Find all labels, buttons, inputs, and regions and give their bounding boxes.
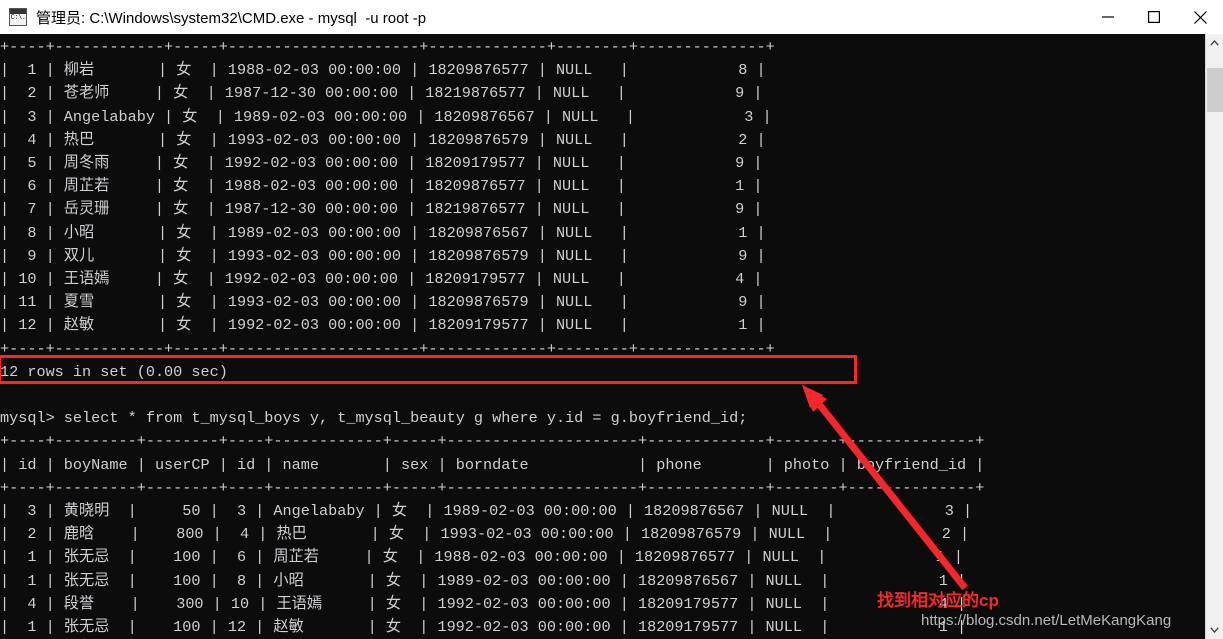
callout-label: 找到相对应的cp	[877, 591, 999, 610]
scrollbar-down-arrow-button[interactable]	[1206, 621, 1223, 639]
close-icon	[1193, 10, 1207, 24]
maximize-button[interactable]	[1131, 1, 1177, 34]
window-title: 管理员: C:\Windows\system32\CMD.exe - mysql…	[36, 9, 427, 27]
terminal-text: +----+------------+-----+---------------…	[0, 38, 985, 637]
terminal-output-area[interactable]: +----+------------+-----+---------------…	[0, 34, 1205, 639]
minimize-button[interactable]	[1085, 1, 1131, 34]
maximize-icon	[1148, 11, 1160, 23]
close-button[interactable]	[1177, 1, 1223, 34]
scrollbar-up-arrow-button[interactable]	[1206, 34, 1223, 52]
chevron-up-icon	[1210, 40, 1219, 46]
watermark-url: https://blog.csdn.net/LetMeKangKang	[921, 612, 1172, 629]
cmd-icon-glyph: C:\.	[10, 14, 26, 22]
chevron-down-icon	[1210, 627, 1219, 633]
window-titlebar[interactable]: C:\. 管理员: C:\Windows\system32\CMD.exe - …	[0, 0, 1223, 35]
scrollbar-thumb[interactable]	[1207, 68, 1223, 112]
minimize-icon	[1102, 16, 1114, 18]
cmd-icon: C:\.	[9, 8, 27, 26]
cmd-window: C:\. 管理员: C:\Windows\system32\CMD.exe - …	[0, 0, 1223, 639]
vertical-scrollbar[interactable]	[1205, 34, 1223, 639]
